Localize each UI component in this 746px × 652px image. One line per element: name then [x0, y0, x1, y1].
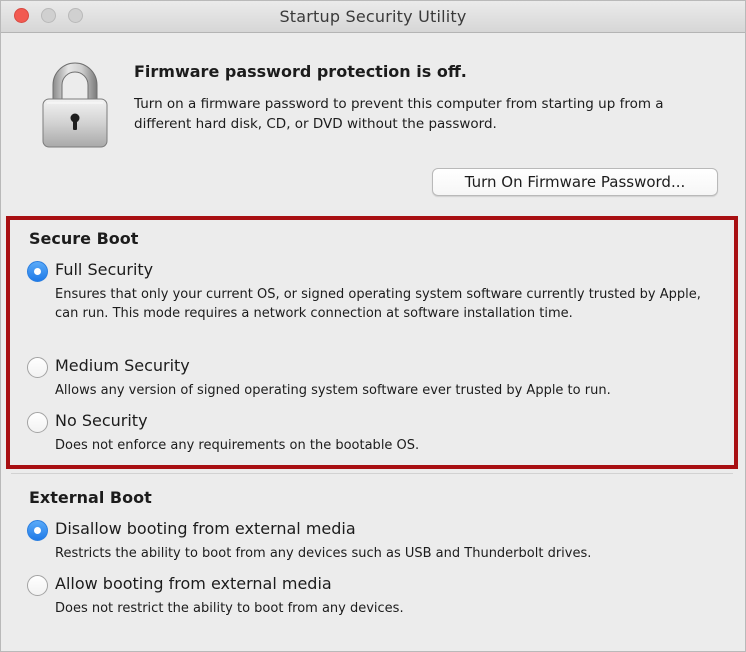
- allow-external-description: Does not restrict the ability to boot fr…: [55, 601, 404, 616]
- lock-icon: [42, 62, 108, 148]
- no-security-label[interactable]: No Security: [55, 411, 148, 430]
- disallow-external-radio[interactable]: [27, 520, 48, 541]
- firmware-description: Turn on a firmware password to prevent t…: [134, 96, 664, 132]
- external-boot-title: External Boot: [29, 488, 152, 507]
- allow-external-label[interactable]: Allow booting from external media: [55, 574, 332, 593]
- no-security-description: Does not enforce any requirements on the…: [55, 438, 420, 453]
- section-divider: [11, 473, 733, 474]
- allow-external-radio[interactable]: [27, 575, 48, 596]
- startup-security-window: Startup Security Utility Firmware passwo…: [0, 0, 746, 652]
- full-security-description: Ensures that only your current OS, or si…: [55, 287, 701, 321]
- secure-boot-title: Secure Boot: [29, 229, 139, 248]
- turn-on-firmware-password-button[interactable]: Turn On Firmware Password...: [432, 168, 718, 196]
- window-title: Startup Security Utility: [279, 7, 467, 26]
- disallow-external-label[interactable]: Disallow booting from external media: [55, 519, 356, 538]
- medium-security-description: Allows any version of signed operating s…: [55, 383, 611, 398]
- medium-security-radio[interactable]: [27, 357, 48, 378]
- medium-security-label[interactable]: Medium Security: [55, 356, 190, 375]
- no-security-radio[interactable]: [27, 412, 48, 433]
- disallow-external-description: Restricts the ability to boot from any d…: [55, 546, 592, 561]
- full-security-label[interactable]: Full Security: [55, 260, 153, 279]
- title-bar: Startup Security Utility: [1, 1, 745, 33]
- secure-boot-highlight: [6, 216, 738, 469]
- full-security-radio[interactable]: [27, 261, 48, 282]
- firmware-status-title: Firmware password protection is off.: [134, 62, 467, 81]
